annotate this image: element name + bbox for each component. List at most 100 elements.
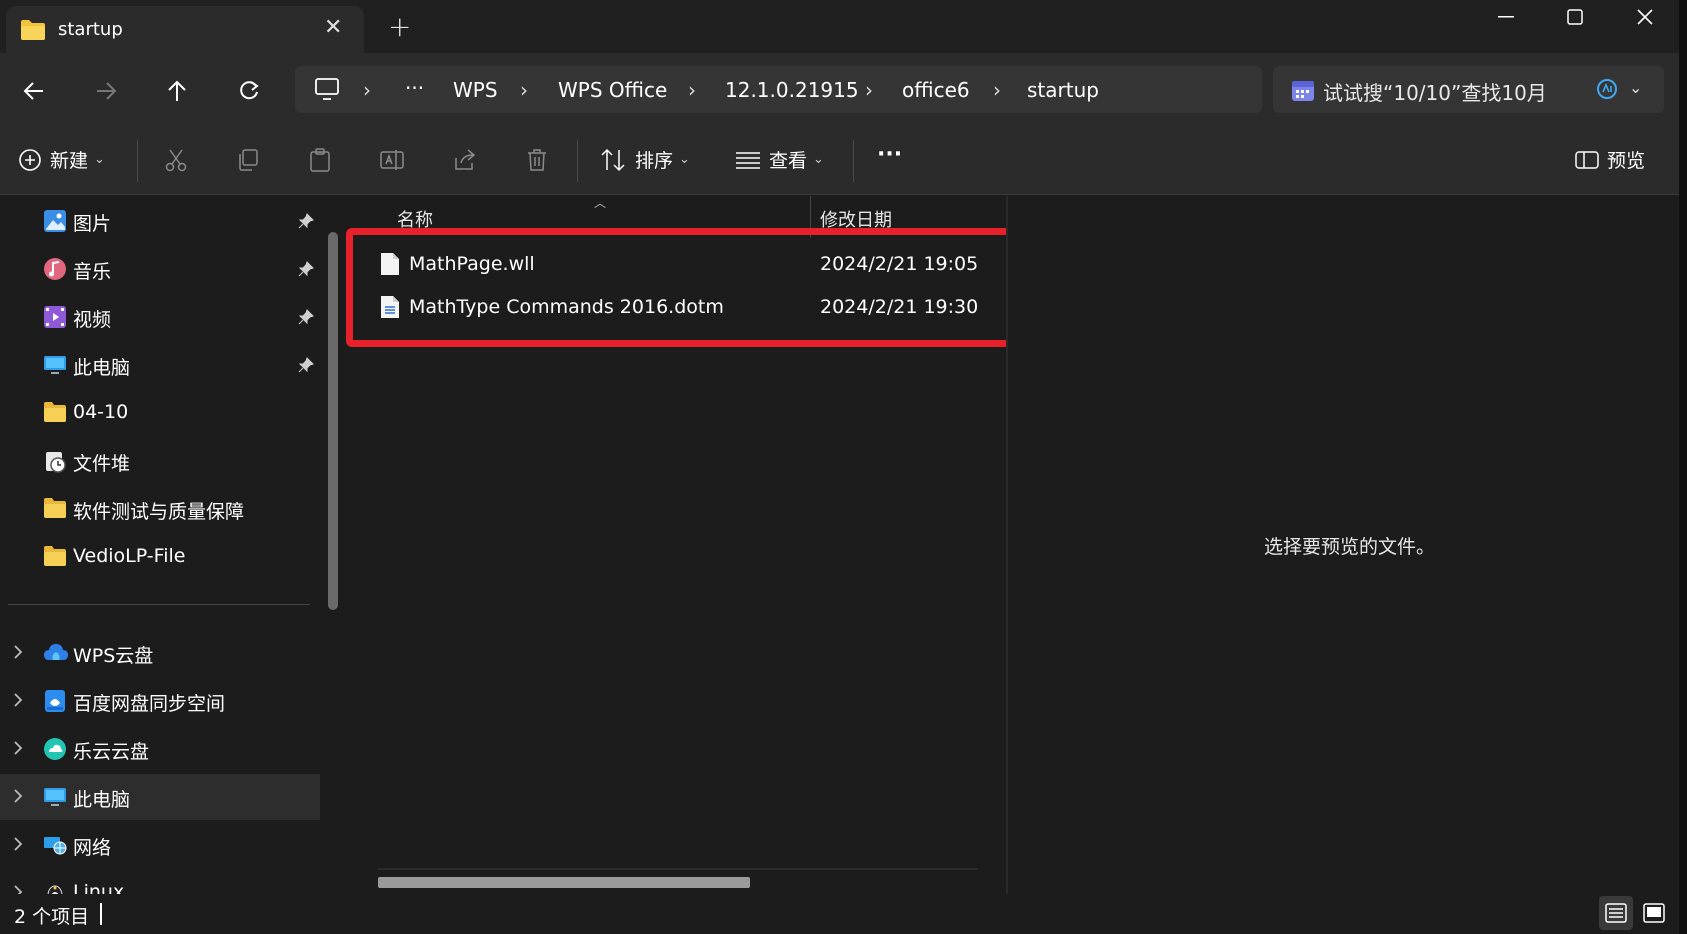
sort-icon (601, 148, 625, 171)
chevron-right-icon[interactable]: › (363, 78, 371, 102)
divider (8, 604, 310, 605)
chevron-down-icon[interactable]: ⌄ (1629, 78, 1642, 97)
chevron-right-icon[interactable] (12, 691, 24, 714)
breadcrumb-startup[interactable]: startup (1027, 78, 1099, 102)
music-icon (43, 257, 67, 281)
details-view-button[interactable] (1599, 896, 1633, 930)
tab-close-icon[interactable]: ✕ (324, 15, 342, 40)
tab-title: startup (58, 19, 123, 40)
chevron-right-icon[interactable]: › (865, 78, 873, 102)
new-tab-button[interactable]: + (388, 10, 411, 43)
sidebar-label: VedioLP-File (73, 545, 186, 567)
more-options-button[interactable]: ··· (877, 142, 902, 167)
sidebar-item-vediolp-file[interactable]: VedioLP-File (0, 534, 320, 580)
view-button[interactable]: 查看 ⌄ (735, 146, 824, 173)
paste-icon[interactable] (308, 148, 332, 177)
sidebar-item-baidu-sync[interactable]: 百度网盘同步空间 (0, 678, 320, 724)
sort-button[interactable]: 排序 ⌄ (601, 146, 690, 173)
tab-startup[interactable]: startup ✕ (6, 6, 364, 53)
sidebar-item-this-pc[interactable]: 此电脑 (0, 342, 320, 388)
tiles-view-button[interactable] (1637, 896, 1671, 930)
sidebar-scrollbar[interactable] (328, 232, 338, 610)
chevron-right-icon[interactable]: › (688, 78, 696, 102)
sidebar-label: 此电脑 (73, 357, 131, 379)
forward-button[interactable] (88, 73, 124, 109)
sidebar-label: WPS云盘 (73, 645, 154, 667)
chevron-right-icon[interactable] (12, 739, 24, 762)
sidebar-item-music[interactable]: 音乐 (0, 246, 320, 292)
minimize-button[interactable] (1476, 2, 1536, 32)
preview-pane-icon (1575, 150, 1599, 169)
divider (137, 140, 138, 182)
chevron-right-icon[interactable] (12, 643, 24, 666)
chevron-right-icon[interactable]: › (993, 78, 1001, 102)
sidebar-item-videos[interactable]: 视频 (0, 294, 320, 340)
baidu-icon (43, 689, 67, 713)
sort-ascending-icon: ︿ (594, 196, 607, 210)
sidebar-label: 百度网盘同步空间 (73, 693, 226, 715)
breadcrumb-wps-office[interactable]: WPS Office (558, 78, 667, 102)
preview-message: 选择要预览的文件。 (1264, 536, 1436, 558)
pictures-icon (43, 209, 67, 233)
pin-icon[interactable] (298, 356, 314, 378)
breadcrumb-wps[interactable]: WPS (453, 78, 498, 102)
sidebar-item-this-pc-tree[interactable]: 此电脑 (0, 774, 320, 820)
view-label: 查看 (769, 150, 808, 172)
close-button[interactable] (1615, 2, 1675, 32)
computer-icon (43, 353, 67, 377)
pin-icon[interactable] (298, 308, 314, 330)
sidebar-item-file-stack[interactable]: 文件堆 (0, 438, 320, 484)
breadcrumb[interactable]: › ··· WPS › WPS Office › 12.1.0.21915 › … (295, 66, 1262, 113)
search-placeholder: 试试搜“10/10”查找10月 (1323, 81, 1547, 105)
refresh-button[interactable] (231, 73, 267, 109)
network-icon (43, 833, 67, 857)
sidebar-item-wps-cloud[interactable]: WPS云盘 (0, 630, 320, 676)
computer-icon (43, 785, 67, 809)
sidebar-label: 此电脑 (73, 789, 131, 811)
folder-icon (43, 401, 67, 425)
up-button[interactable] (159, 73, 195, 109)
close-icon (1637, 9, 1653, 25)
maximize-button[interactable] (1545, 2, 1605, 32)
cut-icon[interactable] (164, 148, 188, 177)
pin-icon[interactable] (298, 260, 314, 282)
chevron-right-icon[interactable] (12, 787, 24, 810)
breadcrumb-overflow[interactable]: ··· (405, 76, 424, 100)
sidebar-item-pictures[interactable]: 图片 (0, 198, 320, 244)
breadcrumb-version[interactable]: 12.1.0.21915 (725, 78, 859, 102)
back-button[interactable] (16, 73, 52, 109)
sidebar-item-04-10[interactable]: 04-10 (0, 390, 320, 436)
chevron-down-icon: ⌄ (813, 152, 824, 167)
search-box[interactable]: 试试搜“10/10”查找10月 ⌄ (1273, 66, 1664, 113)
rename-icon[interactable] (380, 148, 404, 177)
sidebar-item-leyun[interactable]: 乐云云盘 (0, 726, 320, 772)
navigation-pane[interactable]: 图片 音乐 视频 此电脑 04-10 文件堆 软件测试与质量保障 VedioLP… (0, 196, 348, 894)
preview-label: 预览 (1607, 150, 1646, 172)
arrow-left-icon (23, 82, 43, 100)
sidebar-label: 乐云云盘 (73, 741, 150, 763)
ai-search-icon[interactable] (1596, 78, 1618, 105)
new-button[interactable]: 新建 ⌄ (18, 146, 105, 173)
divider (577, 140, 578, 182)
computer-icon[interactable] (315, 78, 339, 105)
address-row: › ··· WPS › WPS Office › 12.1.0.21915 › … (0, 53, 1687, 126)
sort-label: 排序 (635, 150, 674, 172)
chevron-right-icon[interactable]: › (520, 78, 528, 102)
title-bar: startup ✕ + (0, 0, 1687, 53)
chevron-right-icon[interactable] (12, 835, 24, 858)
share-icon[interactable] (453, 148, 477, 177)
sidebar-item-software-testing[interactable]: 软件测试与质量保障 (0, 486, 320, 532)
horizontal-scrollbar[interactable] (378, 877, 750, 888)
sidebar-label: 网络 (73, 837, 112, 859)
refresh-icon (240, 81, 259, 100)
chevron-right-icon[interactable] (12, 883, 24, 894)
pin-icon[interactable] (298, 212, 314, 234)
sidebar-label: 文件堆 (73, 453, 131, 475)
sidebar-item-linux[interactable]: Linux (0, 870, 320, 894)
breadcrumb-office6[interactable]: office6 (902, 78, 970, 102)
sidebar-item-network[interactable]: 网络 (0, 822, 320, 868)
copy-icon[interactable] (236, 148, 260, 177)
preview-button[interactable]: 预览 (1575, 146, 1645, 173)
new-label: 新建 (50, 150, 89, 172)
delete-icon[interactable] (525, 148, 549, 177)
